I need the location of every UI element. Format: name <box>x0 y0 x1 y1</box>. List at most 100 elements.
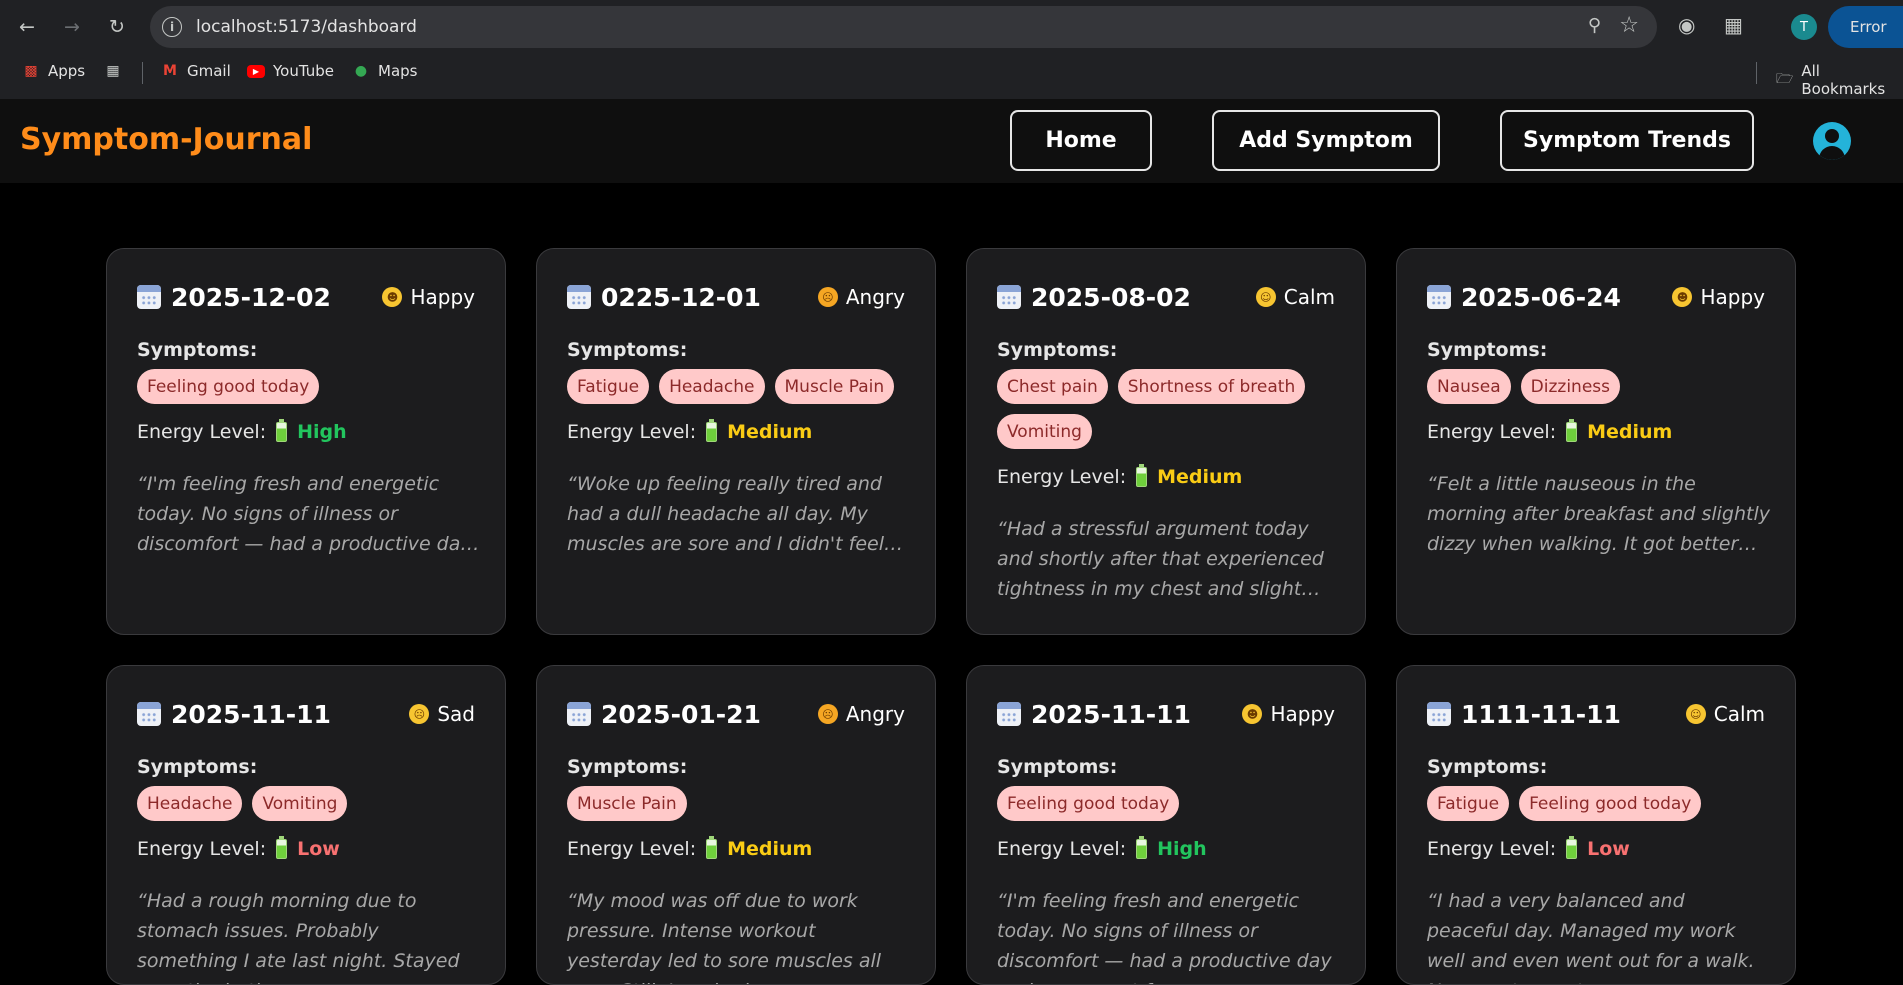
symptom-tag: Headache <box>137 786 243 821</box>
entry-note: “My mood was off due to work pressure. I… <box>567 890 882 984</box>
folder-icon: 🗁 <box>1776 71 1794 87</box>
mood-label: Happy <box>1700 285 1765 309</box>
symptom-card[interactable]: 2025-12-02 ☻ Happy Symptoms: Feeling good… <box>106 248 506 635</box>
profile-avatar[interactable]: T <box>1791 14 1817 40</box>
calendar-icon <box>997 702 1021 726</box>
symptom-tag: Muscle Pain <box>567 786 687 821</box>
address-bar[interactable]: i localhost:5173/dashboard ⚲ ☆ <box>150 6 1657 48</box>
entry-note: “I'm feeling fresh and energetic today. … <box>997 890 1332 984</box>
calendar-icon <box>137 702 161 726</box>
energy-label: Energy Level: <box>997 838 1127 860</box>
bookmark-all-bookmarks[interactable]: 🗁 All Bookmarks <box>1776 62 1903 98</box>
symptom-tag: Vomiting <box>252 786 348 821</box>
symptoms-label: Symptoms: <box>1427 339 1548 361</box>
browser-chrome: ← → ↻ i localhost:5173/dashboard ⚲ ☆ ◉ ▦… <box>0 0 1903 99</box>
user-account-icon[interactable] <box>1813 122 1851 160</box>
apps-grid-icon: ▩ <box>24 63 38 79</box>
entry-note: “Felt a little nauseous in the morning a… <box>1427 473 1770 555</box>
symptom-card[interactable]: 1111-11-11 ☺ Calm Symptoms: Fatigue Feeli… <box>1396 665 1796 985</box>
happy-emoji-icon: ☻ <box>1672 287 1693 307</box>
bookmark-apps[interactable]: ▩ Apps <box>22 62 85 80</box>
entry-note: “Woke up feeling really tired and had a … <box>567 473 884 555</box>
maps-pin-icon: ● <box>354 63 368 79</box>
energy-level-value: Medium <box>727 421 813 443</box>
calendar-icon <box>137 285 161 309</box>
bookmark-label: Gmail <box>187 62 231 80</box>
calm-emoji-icon: ☺ <box>1255 287 1276 307</box>
happy-emoji-icon: ☻ <box>382 287 403 307</box>
symptom-tag: Nausea <box>1427 369 1511 404</box>
symptom-tag: Vomiting <box>997 414 1092 449</box>
battery-icon <box>1136 464 1148 487</box>
bookmark-label: YouTube <box>273 62 334 80</box>
bookmark-label: All Bookmarks <box>1801 62 1886 98</box>
symptom-card[interactable]: 2025-01-21 ☹ Angry Symptoms: Muscle Pain … <box>536 665 936 985</box>
symptoms-label: Symptoms: <box>567 339 688 361</box>
mood-label: Angry <box>845 285 905 309</box>
bookmark-youtube[interactable]: ▶ YouTube <box>247 62 334 80</box>
symptom-tag: Dizziness <box>1520 369 1620 404</box>
bookmark-label: Apps <box>48 62 86 80</box>
symptom-tag: Feeling good today <box>137 369 320 404</box>
sad-emoji-icon: ☹ <box>409 704 430 724</box>
address-url[interactable]: localhost:5173/dashboard <box>196 17 417 37</box>
bookmarks-divider <box>1756 62 1757 84</box>
password-key-icon[interactable]: ⚲ <box>1588 15 1601 36</box>
extensions-puzzle-icon[interactable]: ▦ <box>1724 13 1743 37</box>
forward-icon[interactable]: → <box>58 13 86 41</box>
error-label: Error <box>1850 18 1887 36</box>
symptom-tag: Shortness of breath <box>1117 369 1306 404</box>
entry-date: 2025-12-02 <box>171 282 331 312</box>
energy-level-value: High <box>1157 838 1207 860</box>
calendar-icon <box>567 702 591 726</box>
symptom-card[interactable]: 2025-11-11 ☻ Happy Symptoms: Feeling good… <box>966 665 1366 985</box>
reload-icon[interactable]: ↻ <box>103 13 131 41</box>
energy-label: Energy Level: <box>137 838 267 860</box>
happy-emoji-icon: ☻ <box>1242 704 1263 724</box>
symptom-card[interactable]: 2025-06-24 ☻ Happy Symptoms: Nausea Dizzi… <box>1396 248 1796 635</box>
brand-logo[interactable]: Symptom-Journal <box>20 122 312 157</box>
symptom-tag: Muscle Pain <box>774 369 895 404</box>
entry-date: 0225-12-01 <box>601 282 761 312</box>
avatar-body-shape <box>1819 146 1845 160</box>
battery-icon <box>276 419 288 442</box>
browser-toolbar: ← → ↻ i localhost:5173/dashboard ⚲ ☆ ◉ ▦… <box>0 0 1903 54</box>
bookmark-star-icon[interactable]: ☆ <box>1619 13 1639 38</box>
nav-home-button[interactable]: Home <box>1010 110 1152 171</box>
symptoms-label: Symptoms: <box>997 339 1118 361</box>
nav-add-symptom-button[interactable]: Add Symptom <box>1212 110 1440 171</box>
energy-label: Energy Level: <box>567 838 697 860</box>
back-icon[interactable]: ← <box>13 13 41 41</box>
cookie-extension-icon[interactable]: ◉ <box>1678 13 1695 37</box>
symptoms-label: Symptoms: <box>137 339 258 361</box>
calendar-icon <box>1427 285 1451 309</box>
energy-label: Energy Level: <box>997 466 1127 488</box>
entry-note: “I'm feeling fresh and energetic today. … <box>137 473 472 555</box>
symptom-card[interactable]: 2025-11-11 ☹ Sad Symptoms: Headache Vomit… <box>106 665 506 985</box>
mood-label: Calm <box>1283 285 1335 309</box>
battery-icon <box>1136 836 1148 859</box>
mood-label: Calm <box>1713 702 1765 726</box>
site-info-icon[interactable]: i <box>162 17 182 37</box>
symptom-tag: Chest pain <box>997 369 1108 404</box>
entry-note: “Had a stressful argument today and shor… <box>997 518 1324 600</box>
error-button[interactable]: Error <box>1828 6 1903 48</box>
calendar-icon <box>567 285 591 309</box>
symptom-tag: Headache <box>659 369 765 404</box>
bookmark-label: Maps <box>378 62 418 80</box>
bookmark-maps[interactable]: ● Maps <box>352 62 418 80</box>
entry-date: 2025-11-11 <box>1031 699 1191 729</box>
entry-date: 2025-06-24 <box>1461 282 1621 312</box>
bookmark-gmail[interactable]: M Gmail <box>161 62 231 80</box>
entry-date: 1111-11-11 <box>1461 699 1621 729</box>
calendar-icon <box>1427 702 1451 726</box>
symptom-card[interactable]: 0225-12-01 ☹ Angry Symptoms: Fatigue Head… <box>536 248 936 635</box>
mood-label: Happy <box>1270 702 1335 726</box>
battery-icon <box>706 836 718 859</box>
angry-emoji-icon: ☹ <box>817 287 838 307</box>
symptom-card[interactable]: 2025-08-02 ☺ Calm Symptoms: Chest pain Sh… <box>966 248 1366 635</box>
nav-symptom-trends-button[interactable]: Symptom Trends <box>1500 110 1754 171</box>
energy-label: Energy Level: <box>1427 838 1557 860</box>
bookmark-tab-groups[interactable]: ▦ <box>104 62 122 80</box>
entry-note: “I had a very balanced and peaceful day.… <box>1427 890 1755 984</box>
